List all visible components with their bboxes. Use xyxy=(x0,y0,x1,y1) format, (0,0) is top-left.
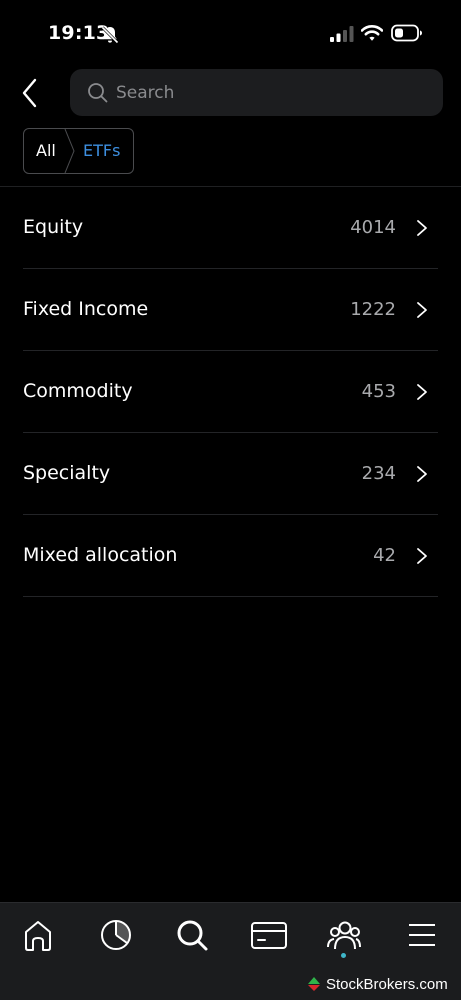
nav-search-button[interactable] xyxy=(172,915,212,955)
chevron-right-icon xyxy=(417,466,427,482)
category-label: Specialty xyxy=(23,462,111,484)
category-label: Fixed Income xyxy=(23,298,149,320)
nav-home-button[interactable] xyxy=(18,915,58,955)
home-icon xyxy=(25,921,51,951)
category-item-equity[interactable]: Equity 4014 xyxy=(23,187,438,269)
category-label: Mixed allocation xyxy=(23,544,178,566)
category-count: 234 xyxy=(361,463,396,484)
chevron-right-icon xyxy=(417,220,427,236)
nav-portfolio-button[interactable] xyxy=(96,915,136,955)
back-chevron-icon[interactable] xyxy=(18,76,42,110)
category-item-mixed-allocation[interactable]: Mixed allocation 42 xyxy=(23,515,438,597)
chevron-right-icon xyxy=(417,384,427,400)
category-list: Equity 4014 Fixed Income 1222 Commodity … xyxy=(23,187,438,597)
search-bar[interactable] xyxy=(70,69,443,116)
category-item-commodity[interactable]: Commodity 453 xyxy=(23,351,438,433)
breadcrumb-all[interactable]: All xyxy=(36,141,56,160)
nav-card-button[interactable] xyxy=(249,915,289,955)
status-bar: 19:13 xyxy=(0,0,461,66)
chevron-right-icon xyxy=(417,302,427,318)
search-icon xyxy=(177,920,208,951)
search-input[interactable] xyxy=(116,69,426,116)
category-count: 42 xyxy=(373,545,396,566)
chevron-right-icon xyxy=(417,548,427,564)
stockbrokers-logo-icon xyxy=(308,977,320,991)
notification-dot xyxy=(341,953,346,958)
nav-menu-button[interactable] xyxy=(402,915,442,955)
menu-icon xyxy=(409,924,435,946)
breadcrumb-separator-icon xyxy=(64,129,75,173)
category-item-specialty[interactable]: Specialty 234 xyxy=(23,433,438,515)
card-icon xyxy=(251,922,287,949)
bell-slash-icon xyxy=(101,26,119,44)
category-label: Commodity xyxy=(23,380,133,402)
breadcrumb: All ETFs xyxy=(23,128,134,174)
search-icon xyxy=(88,83,108,103)
wifi-icon xyxy=(361,25,383,41)
category-count: 4014 xyxy=(350,217,396,238)
breadcrumb-etfs[interactable]: ETFs xyxy=(83,141,120,160)
watermark-text: StockBrokers.com xyxy=(326,975,448,993)
category-count: 1222 xyxy=(350,299,396,320)
nav-community-button[interactable] xyxy=(324,915,364,955)
signal-icon xyxy=(330,26,354,42)
category-label: Equity xyxy=(23,216,84,238)
watermark: StockBrokers.com xyxy=(306,973,448,995)
category-count: 453 xyxy=(361,381,396,402)
community-icon xyxy=(327,921,361,950)
pie-chart-icon xyxy=(101,920,131,950)
battery-icon xyxy=(391,24,422,42)
category-item-fixed-income[interactable]: Fixed Income 1222 xyxy=(23,269,438,351)
